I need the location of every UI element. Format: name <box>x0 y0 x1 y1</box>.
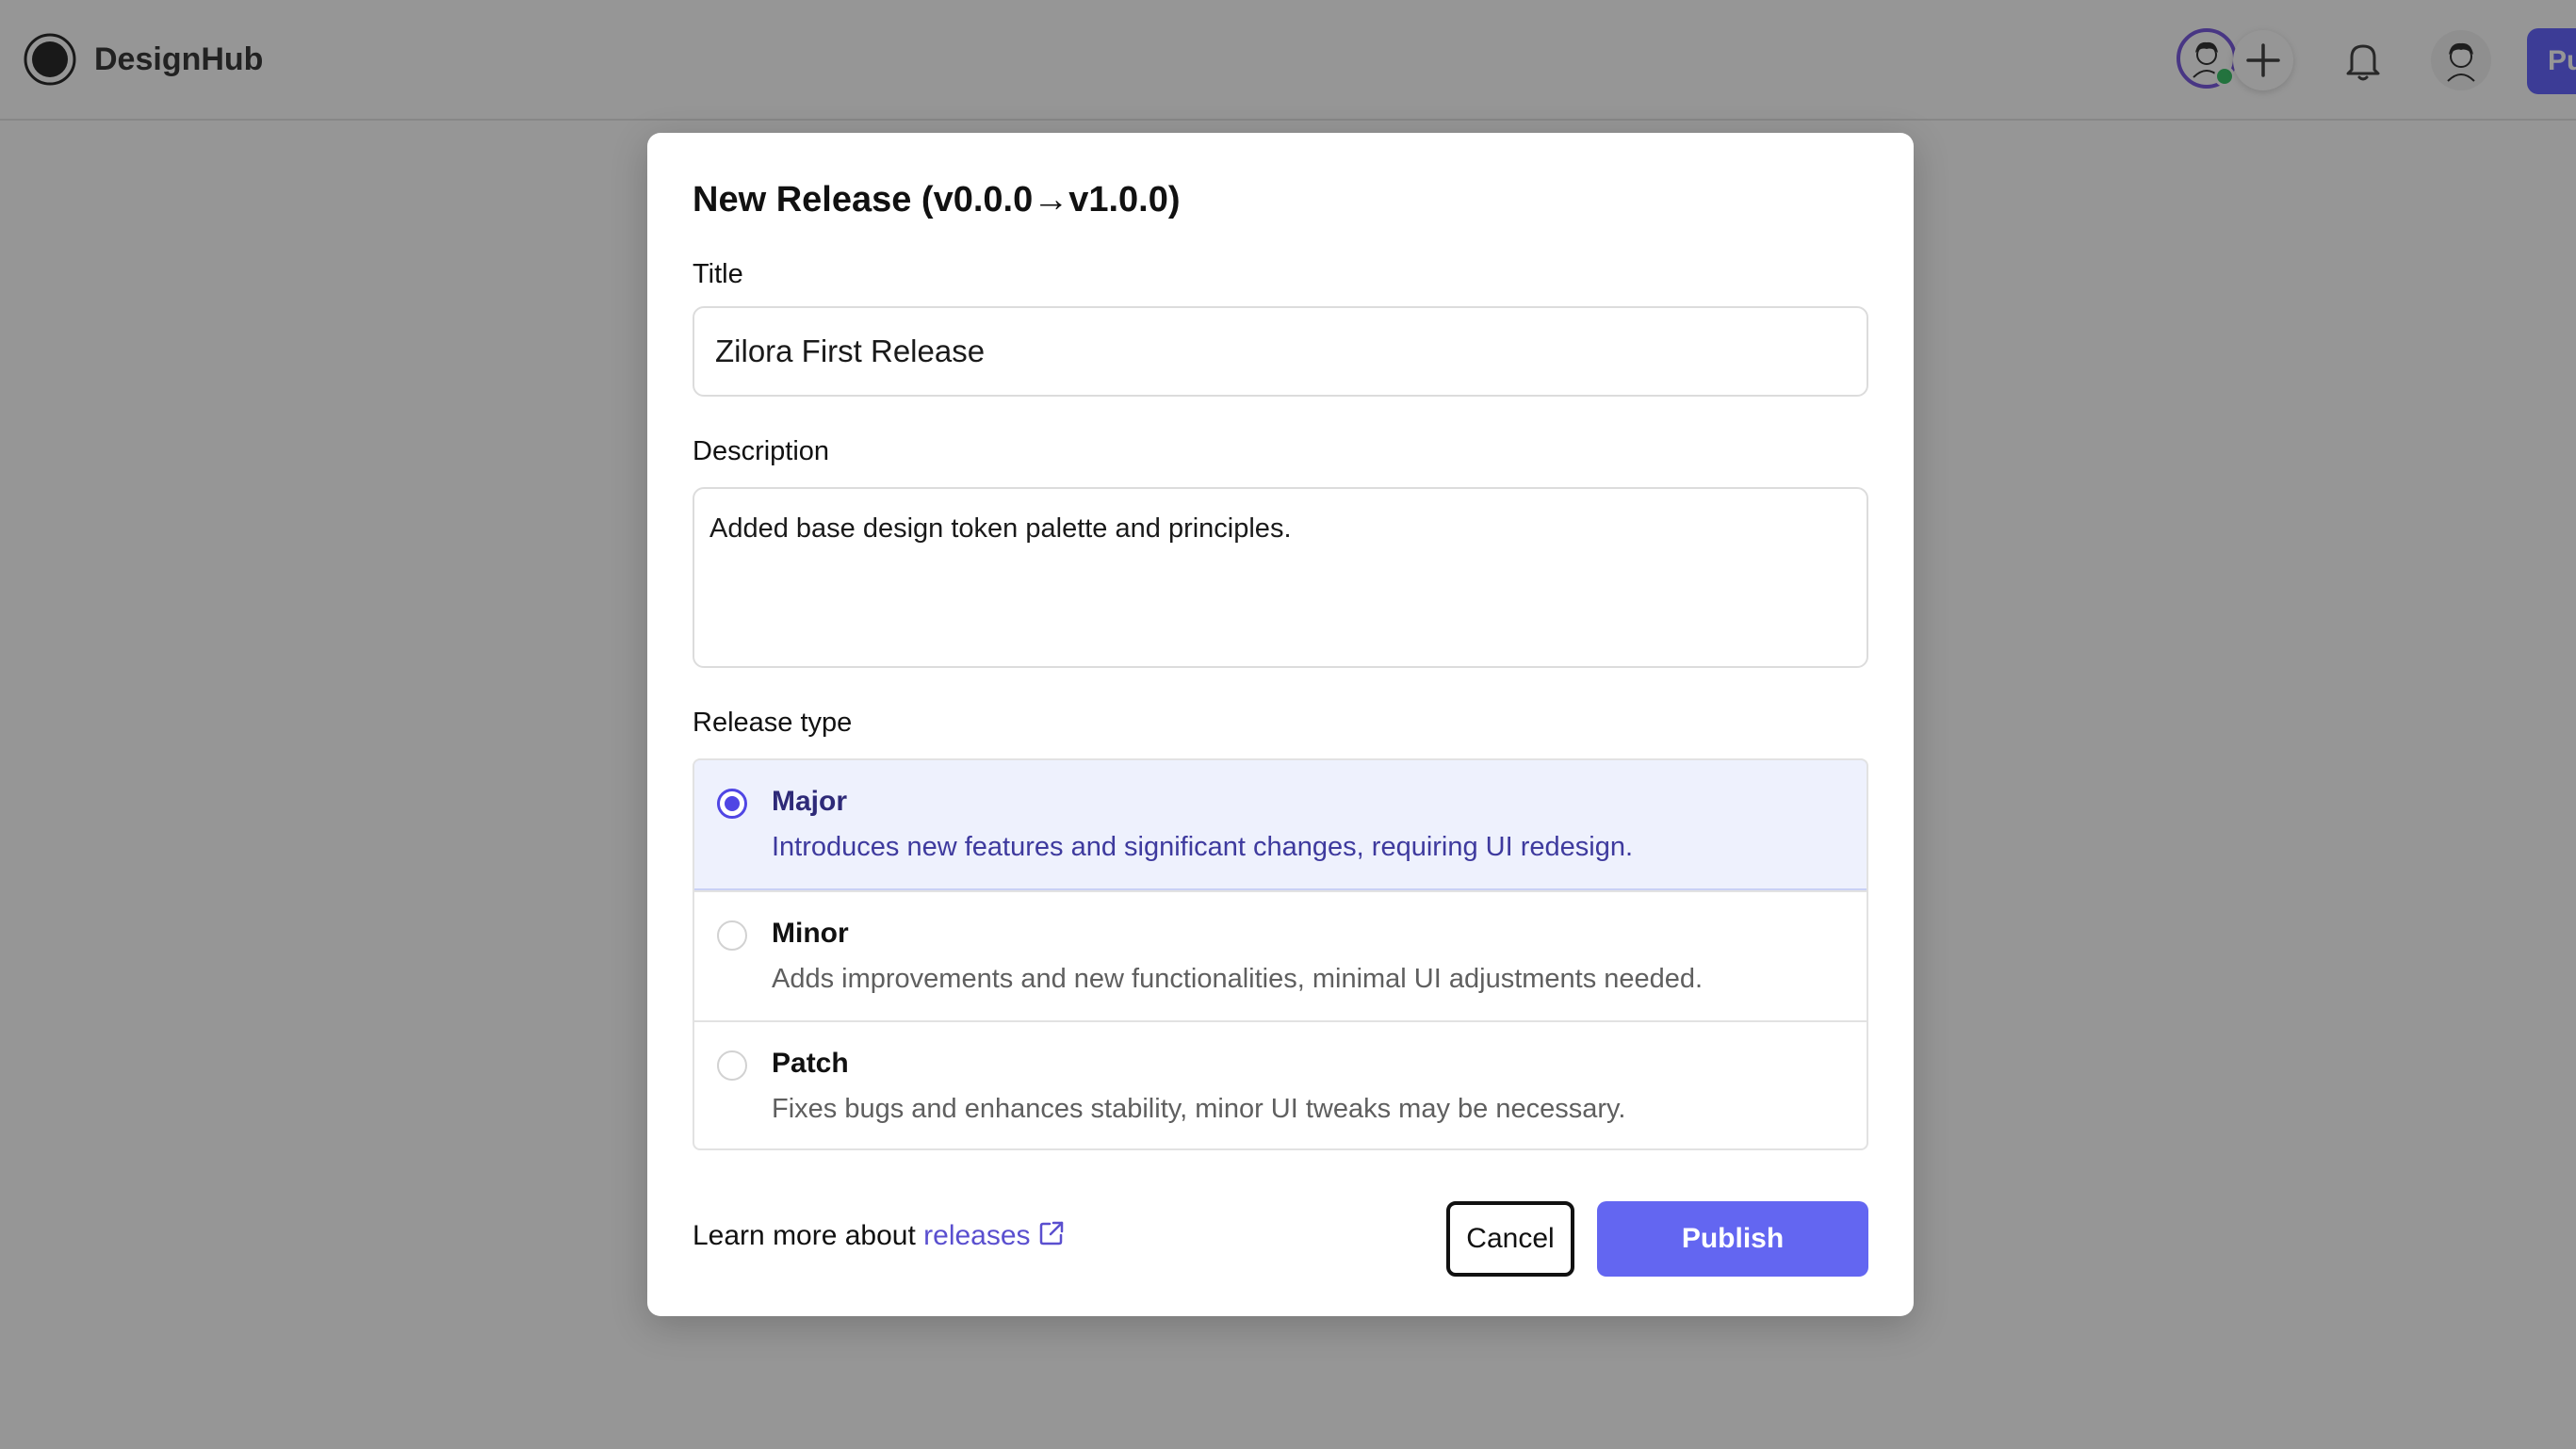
option-name: Patch <box>772 1048 849 1079</box>
radio-patch[interactable] <box>717 1050 747 1081</box>
option-description: Fixes bugs and enhances stability, minor… <box>772 1094 1626 1124</box>
dialog-title: New Release (v0.0.0→v1.0.0) <box>693 180 1181 220</box>
radio-major[interactable] <box>717 789 747 819</box>
title-label: Title <box>693 259 743 289</box>
new-release-dialog: New Release (v0.0.0→v1.0.0) Title Descri… <box>647 133 1914 1316</box>
description-textarea[interactable]: Added base design token palette and prin… <box>693 487 1868 668</box>
releases-link-text: releases <box>923 1220 1031 1251</box>
description-label: Description <box>693 436 830 466</box>
option-description: Introduces new features and significant … <box>772 832 1634 862</box>
option-name: Major <box>772 786 848 817</box>
learn-more-prefix: Learn more about <box>693 1220 924 1251</box>
title-input[interactable] <box>693 306 1868 397</box>
release-option-major[interactable]: Major Introduces new features and signif… <box>694 760 1867 890</box>
release-type-options: Major Introduces new features and signif… <box>693 758 1868 1150</box>
radio-minor[interactable] <box>717 920 747 951</box>
publish-button[interactable]: Publish <box>1597 1201 1868 1277</box>
option-description: Adds improvements and new functionalitie… <box>772 964 1704 994</box>
option-name: Minor <box>772 918 849 949</box>
cancel-button[interactable]: Cancel <box>1446 1201 1574 1277</box>
page: DesignHub Pu New Release (v0.0.0→v1.0.0)… <box>0 0 2576 1449</box>
external-link-icon <box>1039 1221 1063 1245</box>
release-option-minor[interactable]: Minor Adds improvements and new function… <box>694 890 1867 1020</box>
releases-link[interactable]: releases <box>923 1220 1066 1251</box>
learn-more-text: Learn more about releases <box>693 1216 1067 1256</box>
release-type-label: Release type <box>693 708 853 738</box>
release-option-patch[interactable]: Patch Fixes bugs and enhances stability,… <box>694 1020 1867 1148</box>
